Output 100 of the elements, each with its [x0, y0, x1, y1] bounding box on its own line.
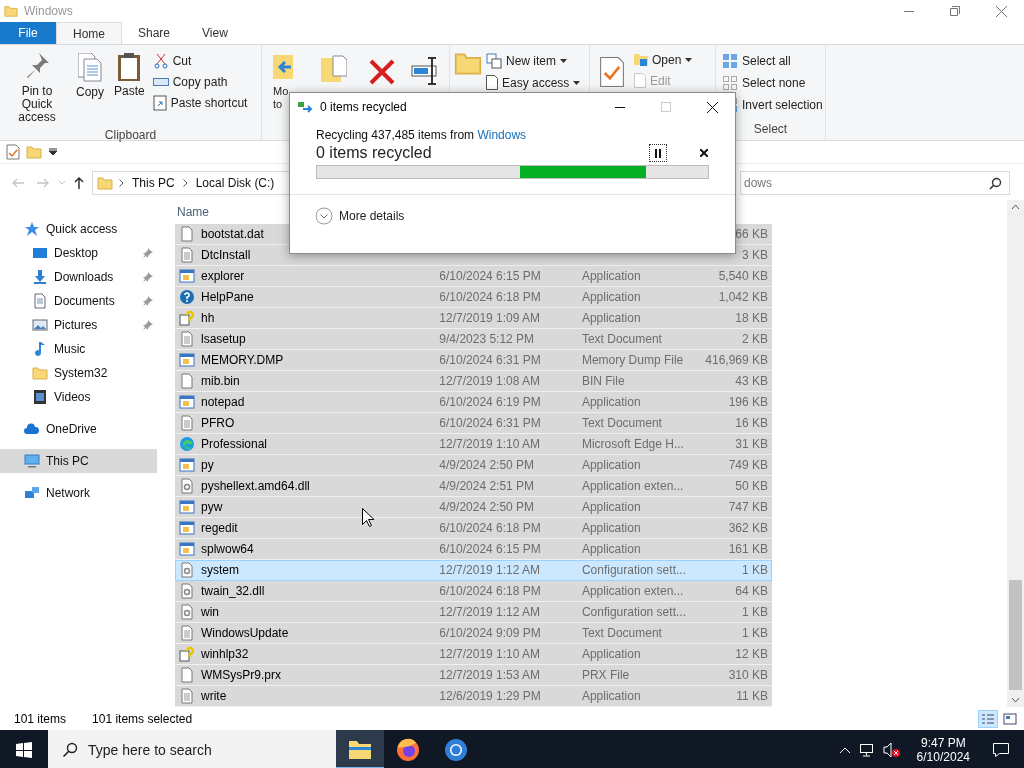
select-all-button[interactable]: Select all — [720, 51, 825, 71]
type-cell: Application — [581, 542, 641, 556]
file-icon — [179, 667, 195, 683]
file-row[interactable]: splwow64 6/10/2024 6:15 PM Application 161 KB — [175, 539, 772, 560]
application-icon — [179, 520, 195, 536]
up-button[interactable] — [72, 174, 86, 192]
file-icon — [179, 373, 195, 389]
search-field[interactable]: dows — [740, 171, 1010, 195]
search-icon — [989, 177, 1002, 190]
nav-item[interactable]: Documents — [0, 289, 157, 313]
pause-button[interactable] — [649, 144, 667, 162]
file-row[interactable]: WMSysPr9.prx 12/7/2019 1:53 AM PRX File 310 KB — [175, 665, 772, 686]
file-name: hh — [201, 311, 215, 325]
paste-button[interactable]: Paste — [110, 49, 149, 128]
file-row[interactable]: twain_32.dll 6/10/2024 6:18 PM Application exten... 64 KB — [175, 581, 772, 602]
nav-item[interactable]: This PC — [0, 449, 157, 473]
size-cell: 1,042 KB — [718, 290, 768, 304]
properties-icon — [600, 57, 624, 87]
clock-time: 9:47 PM — [920, 736, 966, 750]
paste-shortcut-button[interactable]: Paste shortcut — [150, 93, 250, 113]
open-button[interactable]: Open — [632, 51, 695, 69]
file-row[interactable]: py 4/9/2024 2:50 PM Application 749 KB — [175, 455, 772, 476]
column-header[interactable]: Name — [177, 205, 209, 219]
pin-icon — [143, 248, 153, 258]
breadcrumb[interactable]: Local Disk (C:) — [193, 176, 277, 190]
easy-access-button[interactable]: Easy access — [484, 73, 583, 92]
file-row[interactable]: lsasetup 9/4/2023 5:12 PM Text Document 2 KB — [175, 329, 772, 350]
scroll-thumb[interactable] — [1009, 580, 1022, 690]
file-name: regedit — [201, 521, 238, 535]
new-item-button[interactable]: New item — [484, 51, 583, 71]
file-row[interactable]: HelpPane 6/10/2024 6:18 PM Application 1,042 KB — [175, 287, 772, 308]
file-row[interactable]: regedit 6/10/2024 6:18 PM Application 362 KB — [175, 518, 772, 539]
volume-muted-icon[interactable] — [882, 742, 901, 758]
copy-to-icon — [321, 55, 347, 83]
desktop-icon — [32, 245, 48, 261]
file-row[interactable]: Professional 12/7/2019 1:10 AM Microsoft Edge H... 31 KB — [175, 434, 772, 455]
nav-item[interactable]: Pictures — [0, 313, 157, 337]
type-cell: Microsoft Edge H... — [581, 437, 684, 451]
file-name: MEMORY.DMP — [201, 353, 284, 367]
pin-icon — [143, 320, 153, 330]
ribbon-tab[interactable]: Share — [122, 22, 187, 44]
file-name: Professional — [201, 437, 268, 451]
taskbar-app[interactable] — [336, 730, 384, 768]
nav-item[interactable]: Videos — [0, 385, 157, 409]
file-icon — [179, 226, 195, 242]
file-row[interactable]: pyshellext.amd64.dll 4/9/2024 2:51 PM Application exten... 50 KB — [175, 476, 772, 497]
file-name: WMSysPr9.prx — [201, 668, 281, 682]
file-row[interactable]: explorer 6/10/2024 6:15 PM Application 5,540 KB — [175, 266, 772, 287]
nav-item[interactable]: OneDrive — [0, 417, 157, 441]
close-icon — [995, 5, 1007, 17]
copy-button[interactable]: Copy — [72, 49, 108, 128]
size-cell: 362 KB — [728, 521, 768, 535]
file-row[interactable]: MEMORY.DMP 6/10/2024 6:31 PM Memory Dump File 416,969 KB — [175, 350, 772, 371]
source-link[interactable]: Windows — [477, 128, 527, 142]
nav-item[interactable]: Desktop — [0, 241, 157, 265]
file-row[interactable]: win 12/7/2019 1:12 AM Configuration sett... 1 KB — [175, 602, 772, 623]
file-row[interactable]: winhlp32 12/7/2019 1:10 AM Application 12 KB — [175, 644, 772, 665]
nav-item[interactable]: Music — [0, 337, 157, 361]
shortcut-icon — [152, 95, 167, 111]
copy-path-button[interactable]: Copy path — [150, 73, 250, 91]
nav-item[interactable]: Quick access — [0, 217, 157, 241]
ribbon-tab[interactable]: Home — [56, 22, 122, 44]
scrollbar[interactable] — [1007, 200, 1024, 707]
date-cell: 6/10/2024 6:19 PM — [439, 395, 541, 409]
settings-file-icon — [179, 583, 195, 599]
network-icon[interactable] — [858, 742, 875, 758]
chevron-up-icon[interactable] — [838, 746, 851, 754]
type-cell: Memory Dump File — [581, 353, 684, 367]
file-row[interactable]: pyw 4/9/2024 2:50 PM Application 747 KB — [175, 497, 772, 518]
taskbar-search-field[interactable]: Type here to search — [48, 730, 336, 768]
dialog-title: 0 items recycled — [320, 100, 407, 114]
ribbon-tab[interactable]: File — [0, 22, 56, 44]
file-name: bootstat.dat — [201, 227, 264, 241]
nav-item[interactable]: Downloads — [0, 265, 157, 289]
cloud-icon — [24, 421, 40, 437]
copy-icon — [78, 53, 102, 82]
cut-button[interactable]: Cut — [150, 51, 250, 71]
nav-item[interactable]: System32 — [0, 361, 157, 385]
file-row[interactable]: system 12/7/2019 1:12 AM Configuration sett... 1 KB — [175, 560, 772, 581]
file-row[interactable]: hh 12/7/2019 1:09 AM Application 18 KB — [175, 308, 772, 329]
file-row[interactable]: PFRO 6/10/2024 6:31 PM Text Document 16 KB — [175, 413, 772, 434]
move-to-icon — [273, 53, 293, 81]
browser-icon — [444, 738, 468, 762]
pin-button[interactable]: Pin to Quick access — [4, 49, 70, 128]
clipboard-icon — [118, 53, 141, 81]
date-cell: 4/9/2024 2:50 PM — [439, 458, 535, 472]
more-details-button[interactable]: More details — [315, 207, 405, 225]
date-cell: 12/6/2019 1:29 PM — [439, 689, 541, 703]
select-none-button[interactable]: Select none — [720, 73, 825, 93]
file-row[interactable]: WindowsUpdate 6/10/2024 9:09 PM Text Document 1 KB — [175, 623, 772, 644]
nav-item[interactable]: Network — [0, 481, 157, 505]
file-row[interactable]: mib.bin 12/7/2019 1:08 AM BIN File 43 KB — [175, 371, 772, 392]
file-name: winhlp32 — [201, 647, 249, 661]
ribbon-tab[interactable]: View — [186, 22, 244, 44]
search-icon — [62, 742, 78, 758]
file-row[interactable]: write 12/6/2019 1:29 PM Application 11 KB — [175, 686, 772, 707]
notification-icon[interactable] — [992, 741, 1010, 759]
details-view-button[interactable] — [978, 709, 998, 728]
breadcrumb[interactable]: This PC — [130, 176, 177, 190]
file-row[interactable]: notepad 6/10/2024 6:19 PM Application 196 KB — [175, 392, 772, 413]
